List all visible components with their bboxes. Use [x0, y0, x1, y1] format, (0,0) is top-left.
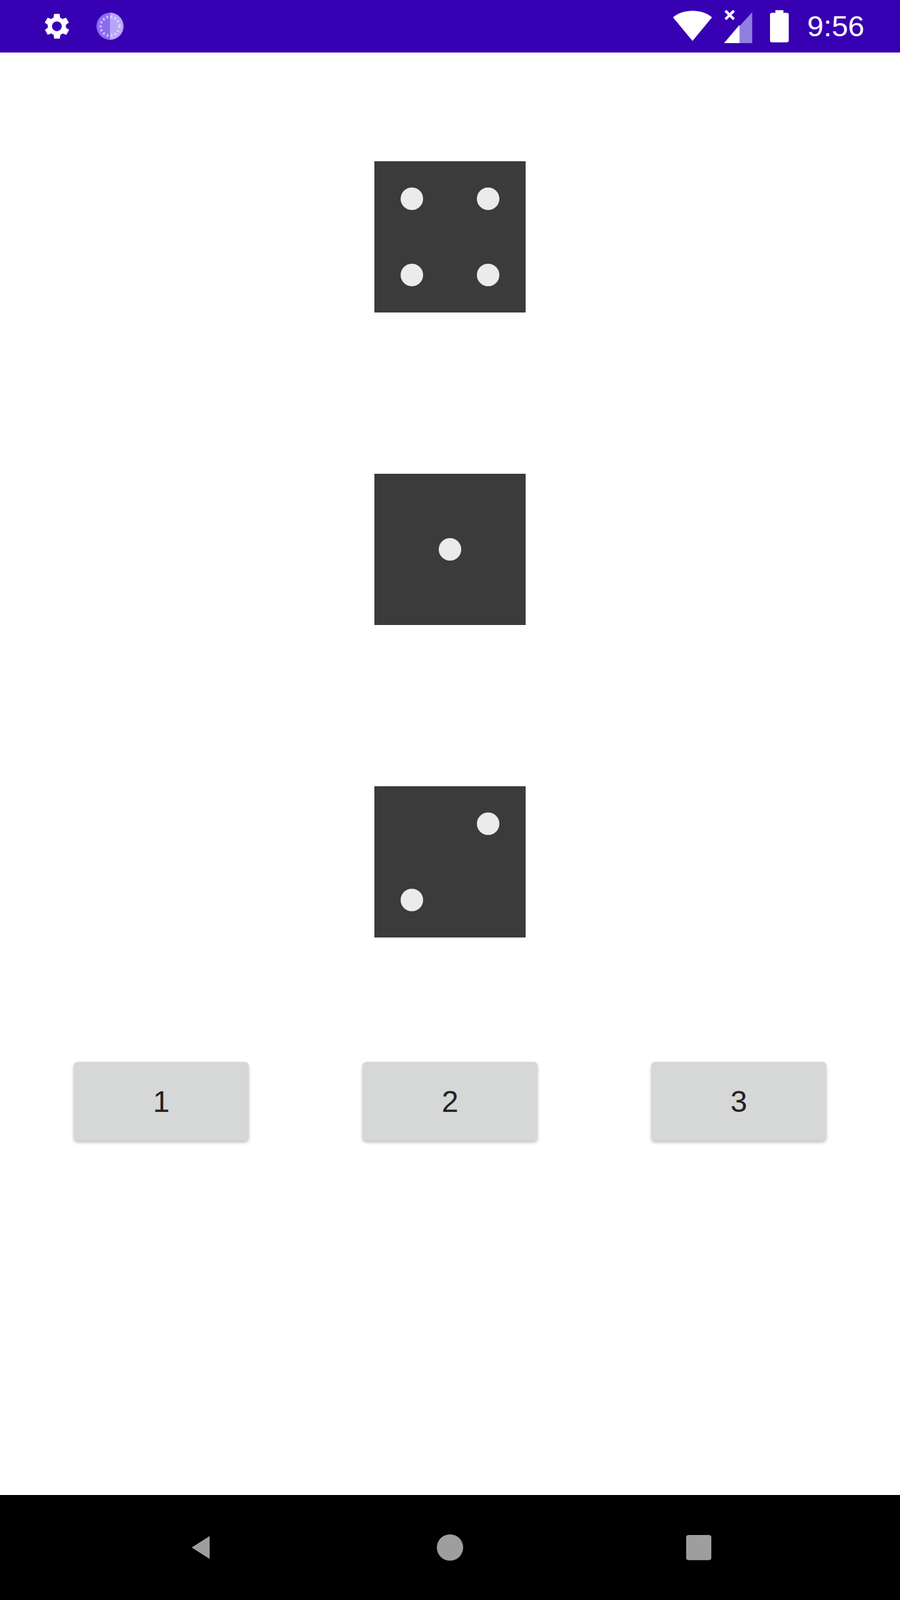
sync-icon [93, 10, 127, 43]
die [374, 161, 526, 313]
dice-column [0, 161, 900, 938]
number-button[interactable]: 3 [651, 1061, 827, 1141]
die [374, 786, 526, 938]
die [374, 473, 526, 625]
battery-icon [770, 10, 789, 43]
pip [400, 888, 424, 912]
recents-icon[interactable] [684, 1533, 714, 1562]
pip [400, 187, 424, 210]
back-icon[interactable] [186, 1533, 216, 1562]
wifi-icon [672, 10, 713, 43]
screen: 9:56 1 2 3 [0, 0, 900, 1600]
pip [438, 538, 462, 561]
pip [476, 263, 500, 287]
pip [476, 187, 500, 210]
home-icon[interactable] [435, 1533, 465, 1562]
gear-icon [40, 9, 74, 44]
number-button[interactable]: 1 [73, 1061, 249, 1141]
content: 1 2 3 [0, 52, 900, 1495]
button-row: 1 2 3 [0, 1061, 900, 1141]
clock: 9:56 [807, 8, 865, 44]
pip [400, 263, 424, 287]
status-bar: 9:56 [0, 0, 900, 53]
signal-icon [723, 9, 753, 44]
pip [476, 812, 500, 835]
number-button[interactable]: 2 [362, 1061, 538, 1141]
navigation-bar [0, 1495, 900, 1600]
